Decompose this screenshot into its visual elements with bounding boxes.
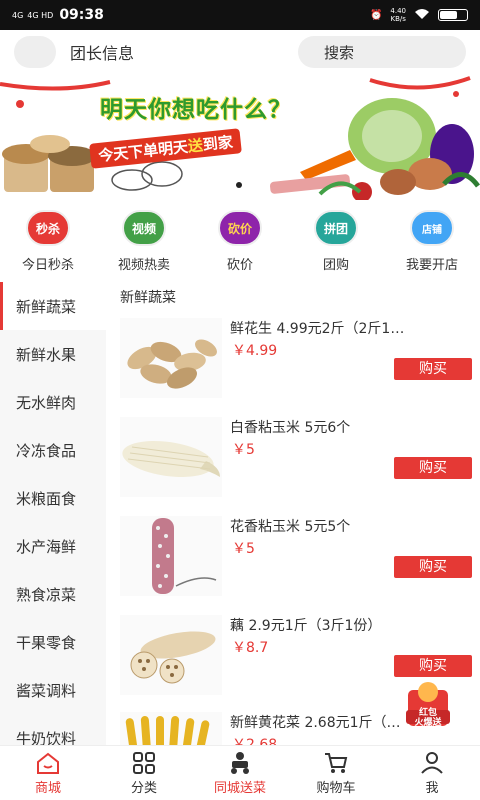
sidebar-item-drinks[interactable]: 牛奶饮料 bbox=[0, 714, 106, 746]
speed-unit: KB/s bbox=[390, 15, 406, 23]
product-list: 新鲜蔬菜 鲜花生 4.99元2斤（2斤1… ￥4.99 购买 白香粘玉米 5元6… bbox=[106, 282, 480, 745]
quick-item-flash-sale[interactable]: 秒杀 今日秒杀 bbox=[0, 210, 96, 278]
status-bar: 4G 4G HD 09:38 ⏰ 4.40 KB/s bbox=[0, 0, 480, 30]
quick-item-label: 视频热卖 bbox=[117, 258, 170, 273]
promo-banner[interactable]: 明天你想吃什么？ 今天下单明天送到家 bbox=[0, 74, 480, 200]
home-icon bbox=[36, 751, 60, 775]
product-price: ￥8.7 bbox=[232, 640, 269, 656]
category-sidebar: 新鲜蔬菜 新鲜水果 无水鲜肉 冷冻食品 米粮面食 水产海鲜 熟食凉菜 干果零食 … bbox=[0, 282, 106, 745]
nav-delivery[interactable]: 同城送菜 bbox=[192, 746, 288, 800]
quick-item-bargain[interactable]: 砍价 砍价 bbox=[192, 210, 288, 278]
product-price: ￥4.99 bbox=[232, 343, 278, 359]
speed-value: 4.40 bbox=[390, 7, 406, 15]
category-title: 新鲜蔬菜 bbox=[120, 290, 176, 306]
red-packet-button[interactable]: 红包 火爆送 bbox=[404, 680, 452, 730]
store-icon: 店铺 bbox=[410, 210, 454, 246]
search-input[interactable]: 搜索 bbox=[298, 36, 466, 68]
banner-subtitle-suffix: 到家 bbox=[201, 132, 234, 155]
day-lily-image[interactable] bbox=[120, 712, 222, 745]
sidebar-item-fresh-meat[interactable]: 无水鲜肉 bbox=[0, 378, 106, 426]
nav-cart[interactable]: 购物车 bbox=[288, 746, 384, 800]
sidebar-item-seafood[interactable]: 水产海鲜 bbox=[0, 522, 106, 570]
sidebar-item-snacks[interactable]: 干果零食 bbox=[0, 618, 106, 666]
network-indicator-2: 4G HD bbox=[27, 11, 53, 20]
sidebar-item-grains[interactable]: 米粮面食 bbox=[0, 474, 106, 522]
product-item[interactable]: 鲜花生 4.99元2斤（2斤1… ￥4.99 购买 bbox=[120, 318, 474, 406]
bargain-icon: 砍价 bbox=[218, 210, 262, 246]
bottom-nav: 商城 分类 同城送菜 购物车 我 bbox=[0, 745, 480, 800]
group-buy-icon: 拼团 bbox=[314, 210, 358, 246]
delivery-icon bbox=[226, 751, 254, 775]
nav-me[interactable]: 我 bbox=[384, 746, 480, 800]
product-name[interactable]: 藕 2.9元1斤（3斤1份） bbox=[230, 615, 470, 635]
network-indicator: 4G bbox=[12, 11, 23, 20]
grid-icon bbox=[132, 751, 156, 775]
buy-button[interactable]: 购买 bbox=[394, 655, 472, 677]
flash-sale-icon: 秒杀 bbox=[26, 210, 70, 246]
alarm-icon: ⏰ bbox=[369, 9, 383, 21]
nav-category[interactable]: 分类 bbox=[96, 746, 192, 800]
sidebar-item-condiments[interactable]: 酱菜调料 bbox=[0, 666, 106, 714]
sidebar-item-vegetables[interactable]: 新鲜蔬菜 bbox=[0, 282, 106, 330]
quick-item-video[interactable]: 视频 视频热卖 bbox=[96, 210, 192, 278]
buy-button[interactable]: 购买 bbox=[394, 457, 472, 479]
wifi-icon bbox=[414, 8, 430, 23]
nav-label: 购物车 bbox=[316, 780, 356, 796]
network-1: 4G bbox=[12, 10, 24, 20]
quick-item-label: 我要开店 bbox=[405, 258, 458, 273]
battery-icon bbox=[438, 9, 468, 21]
banner-title: 明天你想吃什么？ bbox=[100, 97, 292, 123]
product-price: ￥2.68 bbox=[232, 737, 278, 745]
purple-corn-image[interactable] bbox=[120, 516, 222, 596]
product-name[interactable]: 鲜花生 4.99元2斤（2斤1… bbox=[230, 318, 470, 338]
quick-item-label: 砍价 bbox=[226, 258, 253, 273]
header: 团长信息 搜索 bbox=[0, 30, 480, 74]
user-icon bbox=[420, 751, 444, 775]
white-corn-image[interactable] bbox=[120, 417, 222, 497]
cart-icon bbox=[324, 751, 348, 775]
buy-button[interactable]: 购买 bbox=[394, 358, 472, 380]
quick-item-label: 今日秒杀 bbox=[21, 258, 74, 273]
product-name[interactable]: 花香粘玉米 5元5个 bbox=[230, 516, 470, 536]
nav-label: 我 bbox=[425, 780, 439, 796]
product-item[interactable]: 花香粘玉米 5元5个 ￥5 购买 bbox=[120, 516, 474, 604]
sidebar-item-fruits[interactable]: 新鲜水果 bbox=[0, 330, 106, 378]
product-price: ￥5 bbox=[232, 442, 255, 458]
carousel-indicator[interactable] bbox=[236, 182, 242, 188]
quick-menu: 秒杀 今日秒杀 视频 视频热卖 砍价 砍价 拼团 团购 店铺 我要开店 bbox=[0, 210, 480, 278]
nav-label: 商城 bbox=[34, 780, 61, 796]
video-icon: 视频 bbox=[122, 210, 166, 246]
clock: 09:38 bbox=[59, 7, 104, 23]
red-packet-line1: 红包 bbox=[418, 708, 437, 718]
product-price: ￥5 bbox=[232, 541, 255, 557]
product-item[interactable]: 白香粘玉米 5元6个 ￥5 购买 bbox=[120, 417, 474, 505]
nav-mall[interactable]: 商城 bbox=[0, 746, 96, 800]
lotus-root-image[interactable] bbox=[120, 615, 222, 695]
nav-label: 分类 bbox=[130, 780, 157, 796]
quick-item-group-buy[interactable]: 拼团 团购 bbox=[288, 210, 384, 278]
buy-button[interactable]: 购买 bbox=[394, 556, 472, 578]
nav-label: 同城送菜 bbox=[213, 780, 266, 796]
product-name[interactable]: 白香粘玉米 5元6个 bbox=[230, 417, 470, 437]
quick-item-open-store[interactable]: 店铺 我要开店 bbox=[384, 210, 480, 278]
net-speed: 4.40 KB/s bbox=[390, 7, 406, 23]
sidebar-item-deli[interactable]: 熟食凉菜 bbox=[0, 570, 106, 618]
quick-item-label: 团购 bbox=[322, 258, 349, 273]
leader-info-link[interactable]: 团长信息 bbox=[70, 40, 134, 64]
network-2: 4G HD bbox=[27, 10, 54, 20]
sidebar-item-frozen[interactable]: 冷冻食品 bbox=[0, 426, 106, 474]
red-packet-line2: 火爆送 bbox=[414, 718, 442, 728]
peanut-image[interactable] bbox=[120, 318, 222, 398]
avatar[interactable] bbox=[14, 36, 56, 68]
